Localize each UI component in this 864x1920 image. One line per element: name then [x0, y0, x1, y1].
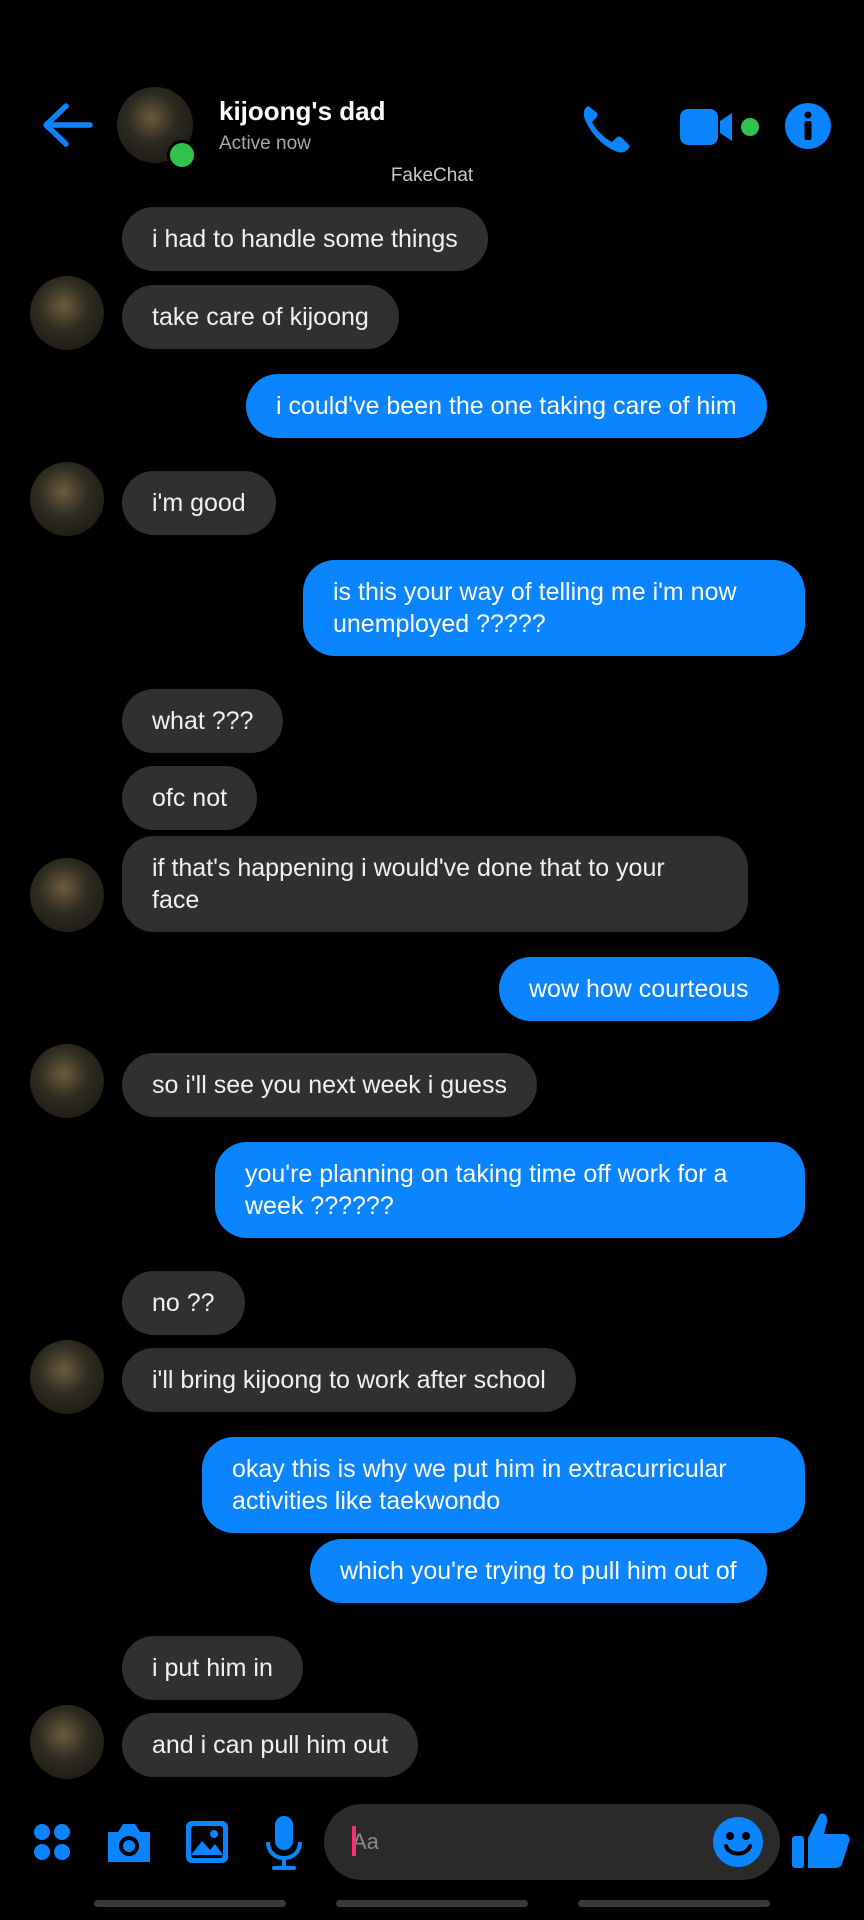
- message-received[interactable]: i had to handle some things: [122, 207, 488, 271]
- gallery-icon[interactable]: [184, 1819, 230, 1865]
- like-icon[interactable]: [790, 1810, 852, 1872]
- microphone-icon[interactable]: [264, 1814, 304, 1872]
- video-call-icon[interactable]: [678, 107, 762, 147]
- message-received[interactable]: no ??: [122, 1271, 245, 1335]
- chat-header: kijoong's dad Active now FakeChat: [0, 0, 864, 186]
- nav-bar-segment: [578, 1900, 770, 1907]
- message-received[interactable]: i'll bring kijoong to work after school: [122, 1348, 576, 1412]
- nav-bar-segment: [336, 1900, 528, 1907]
- message-sent[interactable]: is this your way of telling me i'm now u…: [303, 560, 805, 656]
- sender-avatar[interactable]: [30, 1705, 104, 1779]
- message-received[interactable]: i'm good: [122, 471, 276, 535]
- message-received[interactable]: i put him in: [122, 1636, 303, 1700]
- apps-icon[interactable]: [32, 1822, 72, 1862]
- phone-call-icon[interactable]: [578, 100, 634, 154]
- message-received[interactable]: take care of kijoong: [122, 285, 399, 349]
- message-received[interactable]: so i'll see you next week i guess: [122, 1053, 537, 1117]
- nav-bar-segment: [94, 1900, 286, 1907]
- message-received[interactable]: ofc not: [122, 766, 258, 830]
- message-sent[interactable]: you're planning on taking time off work …: [215, 1142, 805, 1238]
- message-received[interactable]: and i can pull him out: [122, 1713, 419, 1777]
- message-received[interactable]: what ???: [122, 689, 284, 753]
- sender-avatar[interactable]: [30, 1340, 104, 1414]
- message-received[interactable]: if that's happening i would've done that…: [122, 836, 748, 932]
- sender-avatar[interactable]: [30, 276, 104, 350]
- back-arrow-icon[interactable]: [38, 100, 94, 150]
- contact-name[interactable]: kijoong's dad: [219, 96, 386, 127]
- message-sent[interactable]: which you're trying to pull him out of: [310, 1539, 767, 1603]
- watermark: FakeChat: [390, 165, 474, 186]
- sender-avatar[interactable]: [30, 1044, 104, 1118]
- message-sent[interactable]: wow how courteous: [499, 957, 779, 1021]
- info-icon[interactable]: [784, 102, 832, 150]
- camera-icon[interactable]: [104, 1820, 154, 1866]
- text-caret: [352, 1826, 356, 1856]
- emoji-icon[interactable]: [712, 1816, 764, 1868]
- sender-avatar[interactable]: [30, 858, 104, 932]
- sender-avatar[interactable]: [30, 462, 104, 536]
- message-sent[interactable]: okay this is why we put him in extracurr…: [202, 1437, 805, 1533]
- contact-status: Active now: [219, 133, 311, 154]
- message-sent[interactable]: i could've been the one taking care of h…: [246, 374, 767, 438]
